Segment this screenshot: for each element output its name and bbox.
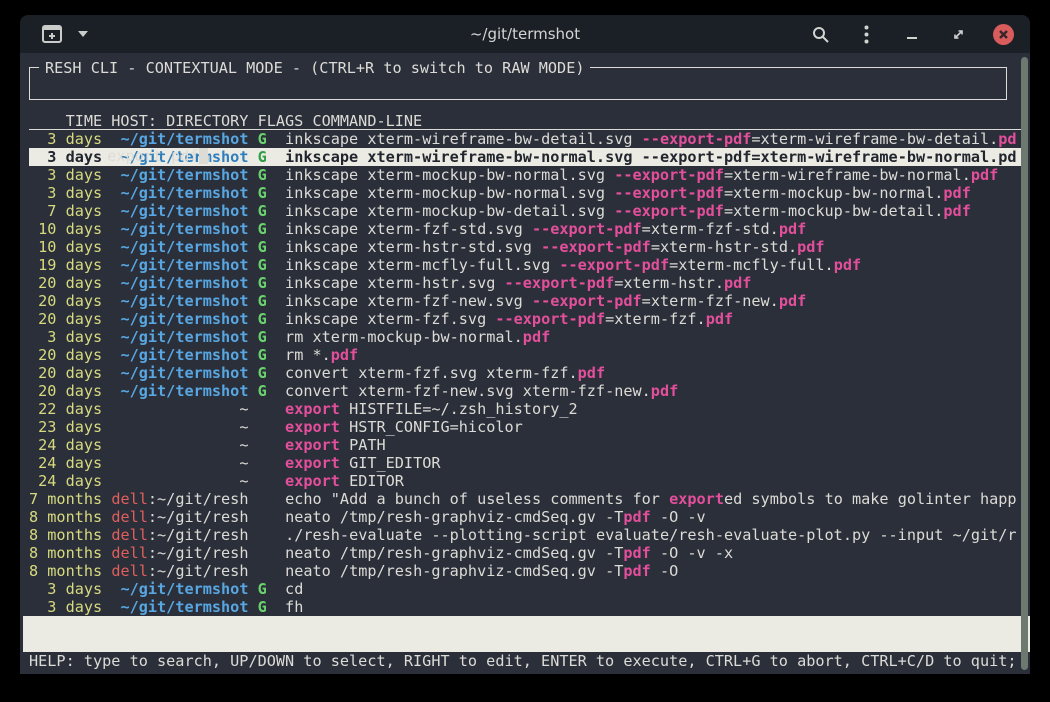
new-tab-button[interactable] — [42, 25, 62, 43]
close-icon — [998, 29, 1009, 40]
chevron-down-icon[interactable] — [72, 23, 94, 45]
history-row[interactable]: 20 days ~/git/termshot G inkscape xterm-… — [29, 310, 1024, 328]
search-box-title: RESH CLI - CONTEXTUAL MODE - (CTRL+R to … — [39, 59, 590, 77]
history-row[interactable]: 8 months dell:~/git/resh neato /tmp/resh… — [29, 544, 1024, 562]
history-row[interactable]: 20 days ~/git/termshot G inkscape xterm-… — [29, 292, 1024, 310]
history-row[interactable]: 20 days ~/git/termshot G convert xterm-f… — [29, 364, 1024, 382]
close-button[interactable] — [993, 24, 1014, 45]
minimize-button[interactable] — [901, 23, 923, 45]
history-row[interactable]: 24 days ~ export PATH — [29, 436, 1024, 454]
history-row[interactable]: 3 days ~/git/termshot G cd — [29, 580, 1024, 598]
text-cursor — [199, 148, 208, 164]
selected-command-detail: 2020-05-07 17:17:28 tower:~/git/termshot… — [23, 616, 1030, 652]
history-row[interactable]: 10 days ~/git/termshot G inkscape xterm-… — [29, 220, 1024, 238]
search-box[interactable]: RESH CLI - CONTEXTUAL MODE - (CTRL+R to … — [29, 67, 1007, 100]
history-row[interactable]: 8 months dell:~/git/resh neato /tmp/resh… — [29, 508, 1024, 526]
terminal-window: ~/git/termshot — [20, 15, 1030, 672]
history-row[interactable]: 22 days ~ export HISTFILE=~/.zsh_history… — [29, 400, 1024, 418]
titlebar[interactable]: ~/git/termshot — [20, 15, 1030, 53]
history-row[interactable]: 10 days ~/git/termshot G inkscape xterm-… — [29, 238, 1024, 256]
screen-background: { "window": { "title": "~/git/termshot" … — [0, 0, 1050, 702]
history-row[interactable]: 8 months dell:~/git/resh neato /tmp/resh… — [29, 562, 1024, 580]
restore-button[interactable] — [947, 23, 969, 45]
new-tab-terminal-icon — [42, 25, 62, 43]
history-row[interactable]: 20 days ~/git/termshot G inkscape xterm-… — [29, 274, 1024, 292]
history-row[interactable]: 3 days ~/git/termshot G rm xterm-mockup-… — [29, 328, 1024, 346]
history-row[interactable]: 19 days ~/git/termshot G inkscape xterm-… — [29, 256, 1024, 274]
history-row[interactable]: 3 days ~/git/termshot G fh — [29, 598, 1024, 616]
scrollbar-thumb[interactable] — [1021, 57, 1028, 670]
search-icon[interactable] — [809, 23, 831, 45]
history-row[interactable]: 23 days ~ export HSTR_CONFIG=hicolor — [29, 418, 1024, 436]
history-row[interactable]: 7 months dell:~/git/resh echo "Add a bun… — [29, 490, 1024, 508]
history-row[interactable]: 24 days ~ export GIT_EDITOR — [29, 454, 1024, 472]
menu-kebab-icon[interactable] — [855, 23, 877, 45]
history-row[interactable]: 20 days ~/git/termshot G rm *.pdf — [29, 346, 1024, 364]
search-query-input[interactable]: export pdf — [107, 147, 198, 165]
history-row[interactable]: 20 days ~/git/termshot G convert xterm-f… — [29, 382, 1024, 400]
history-row[interactable]: 8 months dell:~/git/resh ./resh-evaluate… — [29, 526, 1024, 544]
help-bar: HELP: type to search, UP/DOWN to select,… — [29, 652, 1029, 670]
scrollbar[interactable] — [1020, 55, 1029, 672]
terminal-content: RESH CLI - CONTEXTUAL MODE - (CTRL+R to … — [20, 53, 1030, 674]
history-row[interactable]: 24 days ~ export EDITOR — [29, 472, 1024, 490]
